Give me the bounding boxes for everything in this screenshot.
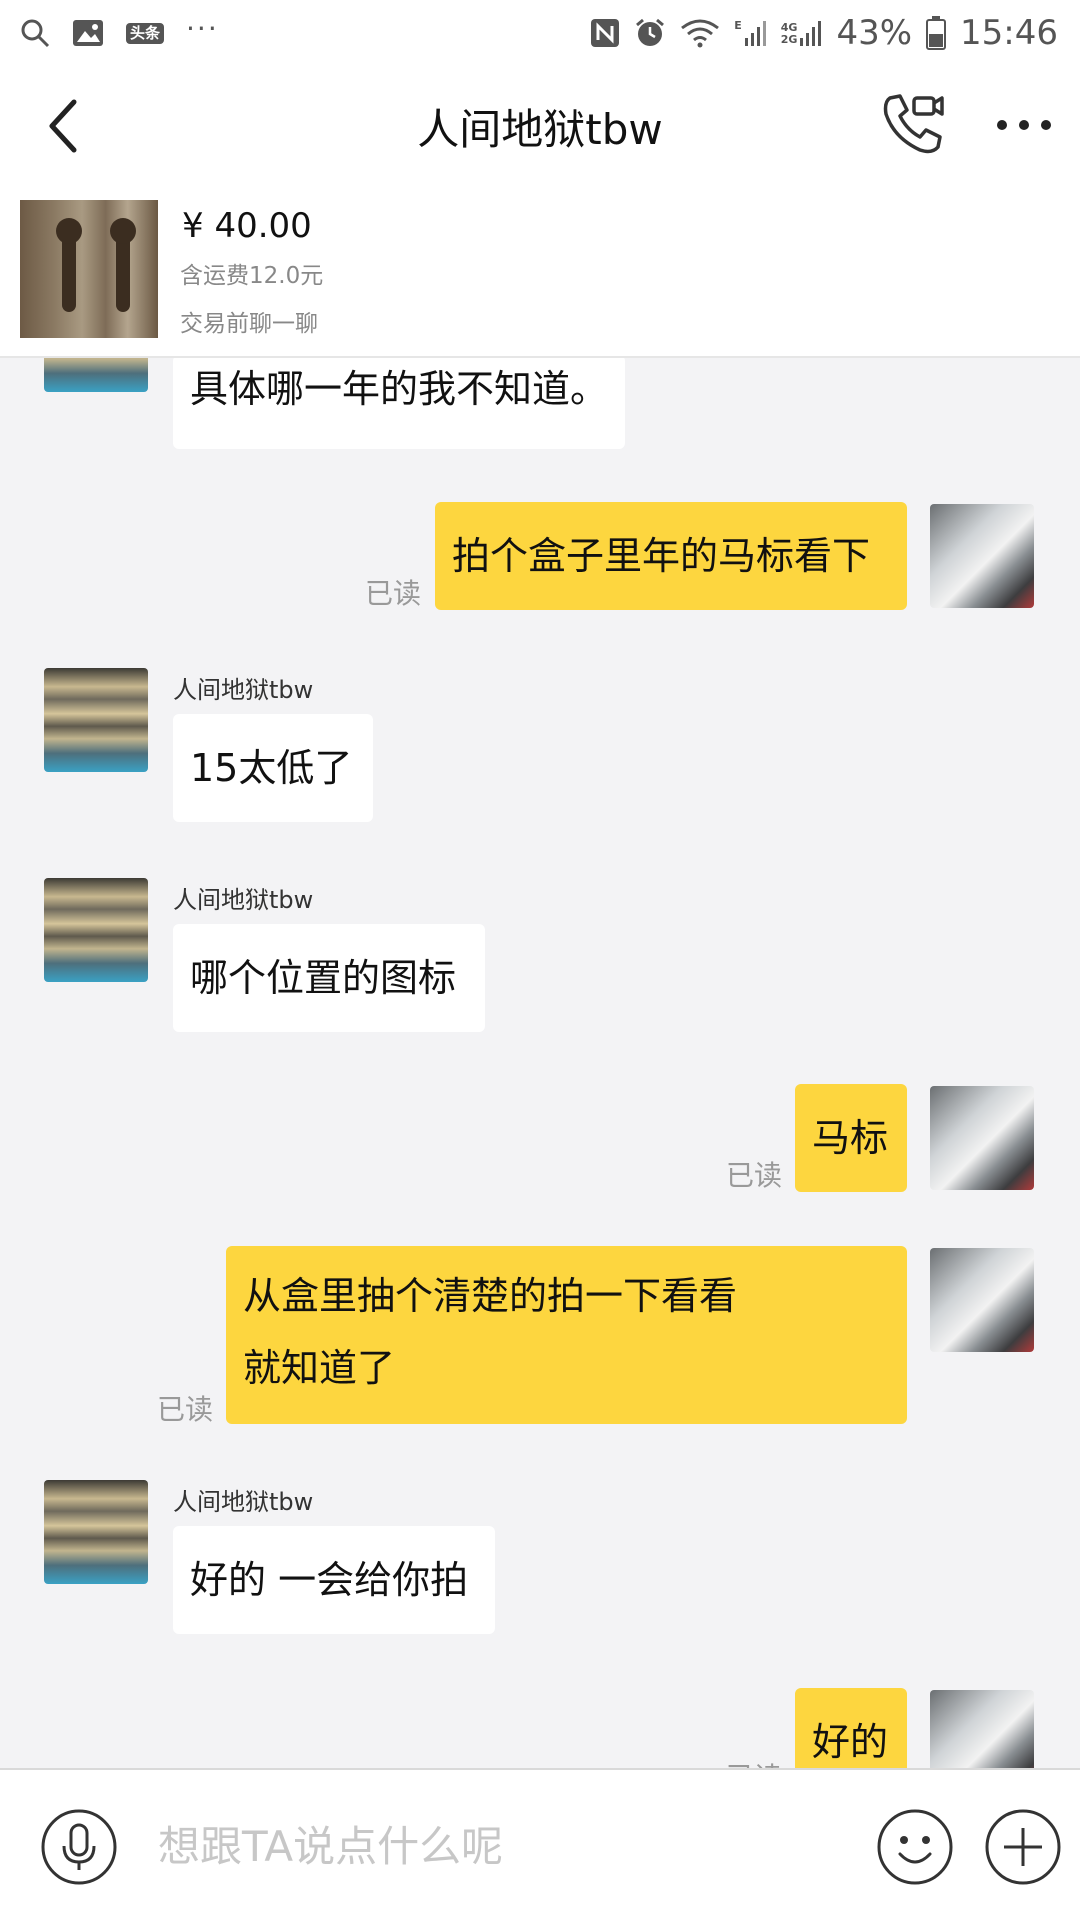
plus-icon[interactable]	[984, 1808, 1062, 1886]
avatar[interactable]	[44, 358, 148, 392]
avatar[interactable]	[44, 1480, 148, 1584]
message-bubble[interactable]: 15太低了	[173, 714, 373, 822]
thumbnail-slot-right	[110, 218, 136, 312]
read-receipt: 已读	[365, 577, 422, 610]
nav-bar: 人间地狱tbw	[0, 66, 1080, 186]
nfc-icon	[591, 19, 620, 47]
voice-icon[interactable]	[40, 1808, 118, 1886]
more-notifications-icon: ···	[186, 11, 219, 45]
product-thumbnail[interactable]	[20, 200, 158, 338]
read-receipt: 已读	[157, 1393, 214, 1426]
message-bubble[interactable]: 马标	[795, 1084, 907, 1192]
message-input[interactable]	[158, 1816, 718, 1876]
avatar[interactable]	[44, 668, 148, 772]
message-bubble[interactable]: 哪个位置的图标	[173, 924, 485, 1032]
message-bubble[interactable]: 拍个盒子里年的马标看下	[435, 502, 907, 610]
input-bar	[0, 1768, 1080, 1920]
toutiao-icon: 头条	[126, 22, 165, 44]
product-price: ¥ 40.00	[182, 206, 312, 246]
read-receipt: 已读	[726, 1756, 782, 1768]
message-bubble[interactable]: 好的	[795, 1688, 907, 1768]
status-bar: 头条 ··· E 4G 2G 43% 15:46	[0, 0, 1080, 66]
thumbnail-slot-left	[56, 218, 82, 312]
product-status: 交易前聊一聊	[180, 311, 318, 337]
signal-icon	[744, 21, 766, 46]
status-bar-left: 头条 ···	[20, 12, 219, 48]
product-shipping: 含运费12.0元	[180, 263, 324, 289]
search-icon	[21, 19, 50, 48]
alarm-icon	[636, 18, 665, 46]
message-line: 就知道了	[243, 1346, 396, 1390]
clock: 15:46	[960, 13, 1058, 53]
network-e-indicator: E	[734, 20, 767, 46]
avatar[interactable]	[930, 1086, 1034, 1190]
avatar[interactable]	[930, 1248, 1034, 1352]
avatar[interactable]	[44, 878, 148, 982]
sender-name: 人间地狱tbw	[173, 886, 314, 914]
message-line: 从盒里抽个清楚的拍一下看看	[243, 1274, 738, 1318]
more-icon[interactable]	[994, 110, 1054, 140]
image-icon	[73, 20, 103, 46]
call-video-icon[interactable]	[880, 90, 948, 158]
message-bubble[interactable]: 从盒里抽个清楚的拍一下看看 就知道了	[226, 1246, 907, 1424]
status-bar-right: E 4G 2G 43% 15:46	[590, 13, 1058, 53]
battery-percent: 43%	[836, 13, 913, 53]
message-bubble[interactable]: 具体哪一年的我不知道。	[173, 358, 626, 449]
emoji-icon[interactable]	[876, 1808, 954, 1886]
avatar[interactable]	[930, 1690, 1034, 1768]
wifi-icon	[681, 19, 720, 48]
signal-icon-2	[800, 21, 822, 46]
network-4g2g-indicator: 4G 2G	[781, 20, 823, 46]
chat-list[interactable]: 具体哪一年的我不知道。 拍个盒子里年的马标看下 已读 人间地狱tbw 15太低了…	[0, 358, 1080, 1768]
battery-icon	[926, 16, 947, 50]
sender-name: 人间地狱tbw	[173, 676, 314, 704]
sender-name: 人间地狱tbw	[173, 1488, 314, 1516]
read-receipt: 已读	[726, 1159, 783, 1192]
avatar[interactable]	[930, 504, 1034, 608]
network-labels: 4G 2G	[780, 21, 798, 46]
message-bubble[interactable]: 好的 一会给你拍	[173, 1526, 495, 1634]
product-card[interactable]: ¥ 40.00 含运费12.0元 交易前聊一聊	[0, 186, 1080, 358]
